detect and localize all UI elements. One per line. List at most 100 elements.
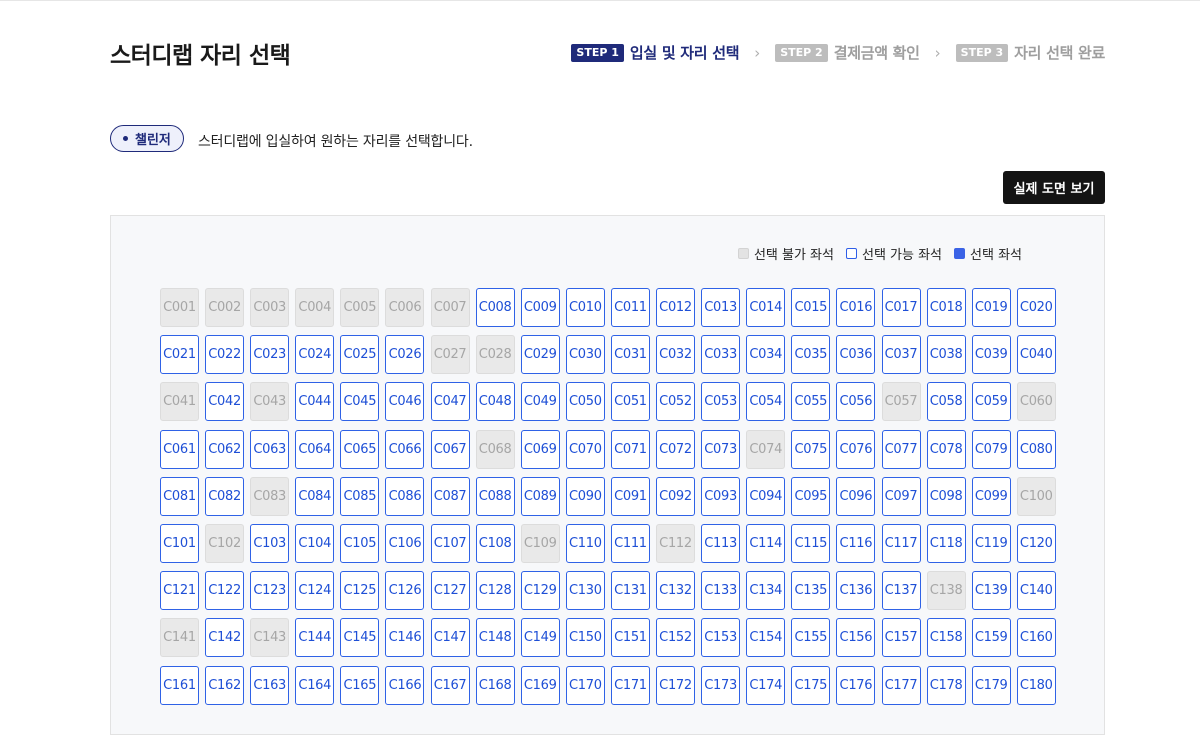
seat-c136[interactable]: C136 [836, 571, 876, 611]
seat-c055[interactable]: C055 [791, 382, 831, 422]
seat-c174[interactable]: C174 [746, 665, 786, 705]
seat-c170[interactable]: C170 [565, 665, 605, 705]
seat-c161[interactable]: C161 [160, 665, 199, 705]
seat-c169[interactable]: C169 [520, 665, 560, 705]
seat-c090[interactable]: C090 [565, 476, 605, 516]
seat-c075[interactable]: C075 [791, 429, 831, 469]
seat-c011[interactable]: C011 [610, 288, 650, 327]
seat-c111[interactable]: C111 [610, 523, 650, 563]
seat-c156[interactable]: C156 [836, 618, 876, 658]
seat-c122[interactable]: C122 [205, 571, 245, 611]
seat-c103[interactable]: C103 [250, 523, 290, 563]
seat-c058[interactable]: C058 [926, 382, 966, 422]
seat-c124[interactable]: C124 [295, 571, 335, 611]
seat-c032[interactable]: C032 [656, 335, 696, 375]
seat-c014[interactable]: C014 [746, 288, 786, 327]
seat-c092[interactable]: C092 [656, 476, 696, 516]
seat-c140[interactable]: C140 [1016, 571, 1056, 611]
seat-c070[interactable]: C070 [565, 429, 605, 469]
seat-c176[interactable]: C176 [836, 665, 876, 705]
seat-c089[interactable]: C089 [520, 476, 560, 516]
seat-c144[interactable]: C144 [295, 618, 335, 658]
seat-c118[interactable]: C118 [926, 523, 966, 563]
seat-c155[interactable]: C155 [791, 618, 831, 658]
seat-c056[interactable]: C056 [836, 382, 876, 422]
seat-c095[interactable]: C095 [791, 476, 831, 516]
seat-c052[interactable]: C052 [656, 382, 696, 422]
seat-c139[interactable]: C139 [971, 571, 1011, 611]
seat-c059[interactable]: C059 [971, 382, 1011, 422]
seat-c094[interactable]: C094 [746, 476, 786, 516]
seat-c160[interactable]: C160 [1016, 618, 1056, 658]
seat-c151[interactable]: C151 [610, 618, 650, 658]
seat-c101[interactable]: C101 [160, 523, 199, 563]
seat-c098[interactable]: C098 [926, 476, 966, 516]
seat-c107[interactable]: C107 [430, 523, 470, 563]
seat-c175[interactable]: C175 [791, 665, 831, 705]
seat-c177[interactable]: C177 [881, 665, 921, 705]
seat-c049[interactable]: C049 [520, 382, 560, 422]
seat-c167[interactable]: C167 [430, 665, 470, 705]
seat-c026[interactable]: C026 [385, 335, 425, 375]
seat-c063[interactable]: C063 [250, 429, 290, 469]
seat-c051[interactable]: C051 [610, 382, 650, 422]
seat-c025[interactable]: C025 [340, 335, 380, 375]
seat-c065[interactable]: C065 [340, 429, 380, 469]
seat-c137[interactable]: C137 [881, 571, 921, 611]
seat-c108[interactable]: C108 [475, 523, 515, 563]
seat-c096[interactable]: C096 [836, 476, 876, 516]
seat-c171[interactable]: C171 [610, 665, 650, 705]
seat-c172[interactable]: C172 [656, 665, 696, 705]
seat-c009[interactable]: C009 [520, 288, 560, 327]
seat-c121[interactable]: C121 [160, 571, 199, 611]
seat-c180[interactable]: C180 [1016, 665, 1056, 705]
seat-c046[interactable]: C046 [385, 382, 425, 422]
seat-c042[interactable]: C042 [205, 382, 245, 422]
seat-c153[interactable]: C153 [701, 618, 741, 658]
seat-c115[interactable]: C115 [791, 523, 831, 563]
seat-c067[interactable]: C067 [430, 429, 470, 469]
seat-c036[interactable]: C036 [836, 335, 876, 375]
seat-c073[interactable]: C073 [701, 429, 741, 469]
seat-c088[interactable]: C088 [475, 476, 515, 516]
seat-c146[interactable]: C146 [385, 618, 425, 658]
seat-c145[interactable]: C145 [340, 618, 380, 658]
seat-c166[interactable]: C166 [385, 665, 425, 705]
seat-c037[interactable]: C037 [881, 335, 921, 375]
seat-c053[interactable]: C053 [701, 382, 741, 422]
seat-c015[interactable]: C015 [791, 288, 831, 327]
seat-c142[interactable]: C142 [205, 618, 245, 658]
seat-c085[interactable]: C085 [340, 476, 380, 516]
seat-c023[interactable]: C023 [250, 335, 290, 375]
seat-c084[interactable]: C084 [295, 476, 335, 516]
seat-c119[interactable]: C119 [971, 523, 1011, 563]
seat-c105[interactable]: C105 [340, 523, 380, 563]
seat-c069[interactable]: C069 [520, 429, 560, 469]
seat-c047[interactable]: C047 [430, 382, 470, 422]
seat-c064[interactable]: C064 [295, 429, 335, 469]
seat-c127[interactable]: C127 [430, 571, 470, 611]
seat-c034[interactable]: C034 [746, 335, 786, 375]
seat-c062[interactable]: C062 [205, 429, 245, 469]
seat-c081[interactable]: C081 [160, 476, 199, 516]
seat-c048[interactable]: C048 [475, 382, 515, 422]
seat-c033[interactable]: C033 [701, 335, 741, 375]
seat-c093[interactable]: C093 [701, 476, 741, 516]
seat-c029[interactable]: C029 [520, 335, 560, 375]
seat-c079[interactable]: C079 [971, 429, 1011, 469]
seat-c128[interactable]: C128 [475, 571, 515, 611]
seat-c150[interactable]: C150 [565, 618, 605, 658]
seat-c099[interactable]: C099 [971, 476, 1011, 516]
seat-c168[interactable]: C168 [475, 665, 515, 705]
seat-c173[interactable]: C173 [701, 665, 741, 705]
seat-c012[interactable]: C012 [656, 288, 696, 327]
seat-c148[interactable]: C148 [475, 618, 515, 658]
seat-c126[interactable]: C126 [385, 571, 425, 611]
seat-c086[interactable]: C086 [385, 476, 425, 516]
seat-c159[interactable]: C159 [971, 618, 1011, 658]
seat-c017[interactable]: C017 [881, 288, 921, 327]
seat-c077[interactable]: C077 [881, 429, 921, 469]
seat-c131[interactable]: C131 [610, 571, 650, 611]
seat-c135[interactable]: C135 [791, 571, 831, 611]
seat-c097[interactable]: C097 [881, 476, 921, 516]
